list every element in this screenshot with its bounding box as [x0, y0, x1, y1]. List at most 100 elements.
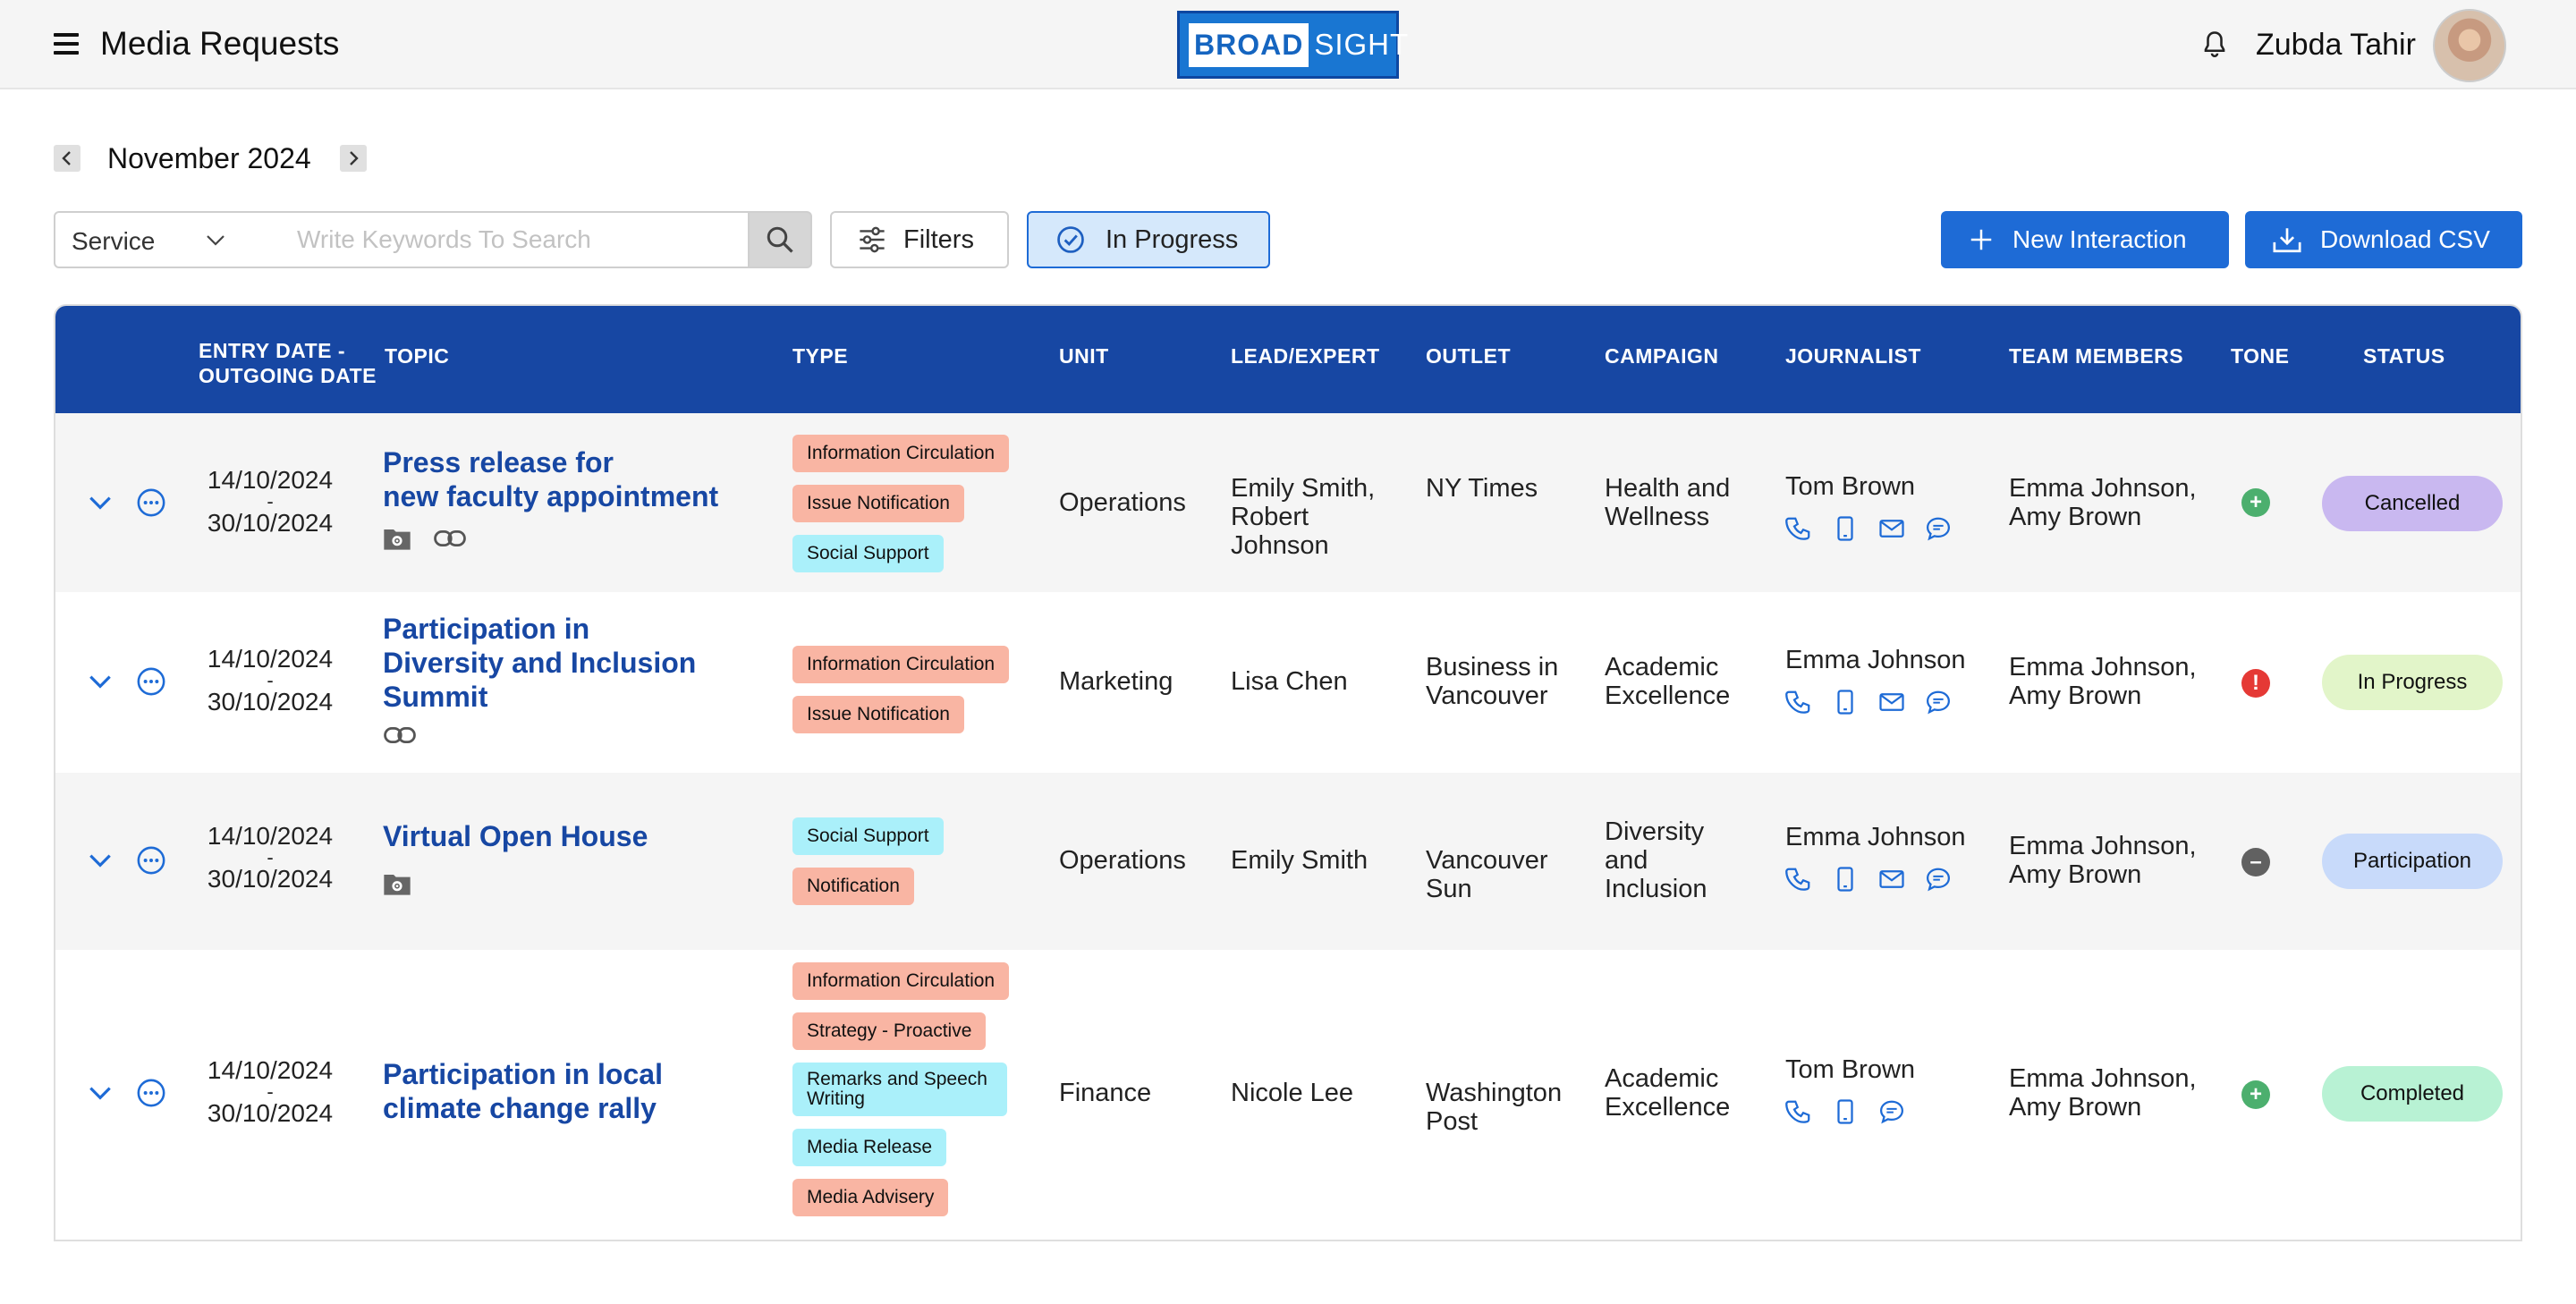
team-line: Emma Johnson, — [2009, 832, 2197, 860]
tone-neutral-icon: – — [2241, 848, 2270, 876]
row-dates: 14/10/2024 - 30/10/2024 — [199, 467, 342, 537]
topic-line: Summit — [383, 681, 488, 713]
topic-line: Participation in — [383, 613, 590, 645]
journalist-name: Tom Brown — [1785, 1055, 1916, 1084]
service-select[interactable]: Service — [54, 211, 245, 268]
link-icon[interactable] — [383, 724, 417, 746]
chevron-down-icon[interactable] — [86, 488, 114, 517]
type-tag: Media Advisery — [792, 1179, 949, 1216]
outgoing-date: 30/10/2024 — [207, 509, 334, 537]
col-tone[interactable]: TONE — [2231, 343, 2289, 368]
journalist-contacts — [1785, 689, 1952, 716]
col-journalist[interactable]: JOURNALIST — [1785, 343, 1921, 368]
broadsight-logo[interactable]: BROAD SIGHT — [1177, 11, 1408, 79]
bell-icon[interactable] — [2199, 29, 2231, 61]
col-status[interactable]: STATUS — [2363, 343, 2445, 368]
type-tags: Information Circulation Strategy - Proac… — [792, 962, 1010, 1216]
search-input[interactable] — [243, 211, 750, 268]
col-unit[interactable]: UNIT — [1059, 343, 1109, 368]
mobile-icon[interactable] — [1832, 515, 1859, 542]
topic-link[interactable]: Virtual Open House — [383, 819, 648, 853]
phone-icon[interactable] — [1785, 1098, 1812, 1125]
avatar[interactable] — [2433, 9, 2506, 82]
chevron-down-icon[interactable] — [86, 1079, 114, 1107]
tone-positive-icon: + — [2241, 1080, 2270, 1109]
mobile-icon[interactable] — [1832, 689, 1859, 716]
mobile-icon[interactable] — [1832, 866, 1859, 893]
campaign-line: Wellness — [1605, 503, 1710, 531]
phone-icon[interactable] — [1785, 689, 1812, 716]
in-progress-filter-button[interactable]: In Progress — [1027, 211, 1270, 268]
lead-line: Johnson — [1231, 531, 1329, 560]
more-horizontal-icon[interactable] — [136, 487, 166, 518]
type-tags: Social Support Notification — [792, 817, 944, 905]
topic-link[interactable]: Participation in Diversity and Inclusion… — [383, 612, 696, 714]
col-outlet[interactable]: OUTLET — [1426, 343, 1511, 368]
team-line: Amy Brown — [2009, 682, 2142, 710]
col-entry-date[interactable]: ENTRY DATE - OUTGOING DATE — [199, 338, 377, 388]
mail-icon[interactable] — [1878, 689, 1905, 716]
topic-line: Press release for — [383, 446, 614, 478]
type-tag: Notification — [792, 868, 914, 905]
chevron-left-icon — [62, 151, 71, 165]
phone-icon[interactable] — [1785, 866, 1812, 893]
outlet-line: Vancouver — [1426, 682, 1548, 710]
link-icon[interactable] — [433, 528, 467, 549]
folder-gear-icon[interactable] — [383, 871, 411, 896]
prev-month-button[interactable] — [54, 145, 80, 172]
logo-sight: SIGHT — [1314, 28, 1410, 61]
status-badge: Completed — [2322, 1066, 2503, 1122]
month-label: November 2024 — [107, 142, 311, 174]
table-row[interactable]: 14/10/2024 - 30/10/2024 Participation in… — [55, 950, 2521, 1240]
next-month-button[interactable] — [340, 145, 367, 172]
folder-gear-icon[interactable] — [383, 526, 411, 551]
top-app-bar: Media Requests BROAD SIGHT Zubda Tahir — [0, 0, 2576, 89]
user-name[interactable]: Zubda Tahir — [2256, 28, 2416, 63]
chevron-down-icon[interactable] — [86, 846, 114, 875]
unit-cell: Finance — [1059, 1079, 1152, 1107]
type-tag: Remarks and Speech Writing — [792, 1063, 1007, 1116]
sliders-icon — [860, 226, 885, 253]
table-row[interactable]: 14/10/2024 - 30/10/2024 Virtual Open Hou… — [55, 773, 2521, 950]
col-team[interactable]: TEAM MEMBERS — [2009, 343, 2183, 368]
col-lead[interactable]: LEAD/EXPERT — [1231, 343, 1380, 368]
filters-button[interactable]: Filters — [830, 211, 1009, 268]
download-csv-button[interactable]: Download CSV — [2245, 211, 2522, 268]
mobile-icon[interactable] — [1832, 1098, 1859, 1125]
team-line: Emma Johnson, — [2009, 474, 2197, 503]
outlet-cell: Washington Post — [1426, 1079, 1562, 1136]
more-horizontal-icon[interactable] — [136, 1078, 166, 1108]
type-tag: Information Circulation — [792, 435, 1010, 472]
row-dates: 14/10/2024 - 30/10/2024 — [199, 1057, 342, 1127]
chat-icon[interactable] — [1925, 866, 1952, 893]
campaign-cell: Diversity and Inclusion — [1605, 817, 1707, 903]
chat-icon[interactable] — [1878, 1098, 1905, 1125]
table-row[interactable]: 14/10/2024 - 30/10/2024 Participation in… — [55, 592, 2521, 773]
chevron-down-icon — [207, 235, 225, 246]
chat-icon[interactable] — [1925, 515, 1952, 542]
download-icon — [2273, 228, 2301, 253]
mail-icon[interactable] — [1878, 866, 1905, 893]
chat-icon[interactable] — [1925, 689, 1952, 716]
campaign-cell: Health and Wellness — [1605, 474, 1730, 531]
col-type[interactable]: TYPE — [792, 343, 848, 368]
phone-icon[interactable] — [1785, 515, 1812, 542]
topic-link[interactable]: Participation in local climate change ra… — [383, 1057, 663, 1125]
team-line: Emma Johnson, — [2009, 653, 2197, 682]
lead-line: Emily Smith, — [1231, 474, 1376, 503]
hamburger-icon[interactable] — [54, 33, 79, 55]
more-horizontal-icon[interactable] — [136, 666, 166, 697]
mail-icon[interactable] — [1878, 515, 1905, 542]
table-row[interactable]: 14/10/2024 - 30/10/2024 Press release fo… — [55, 413, 2521, 592]
topic-link[interactable]: Press release for new faculty appointmen… — [383, 445, 718, 513]
col-campaign[interactable]: CAMPAIGN — [1605, 343, 1719, 368]
status-badge: Cancelled — [2322, 476, 2503, 531]
search-button[interactable] — [748, 211, 812, 268]
app-title: Media Requests — [100, 25, 340, 62]
new-interaction-button[interactable]: New Interaction — [1941, 211, 2229, 268]
type-tag: Issue Notification — [792, 696, 964, 733]
chevron-down-icon[interactable] — [86, 667, 114, 696]
more-horizontal-icon[interactable] — [136, 845, 166, 876]
col-topic[interactable]: TOPIC — [385, 343, 449, 368]
outlet-cell: Vancouver Sun — [1426, 846, 1548, 903]
